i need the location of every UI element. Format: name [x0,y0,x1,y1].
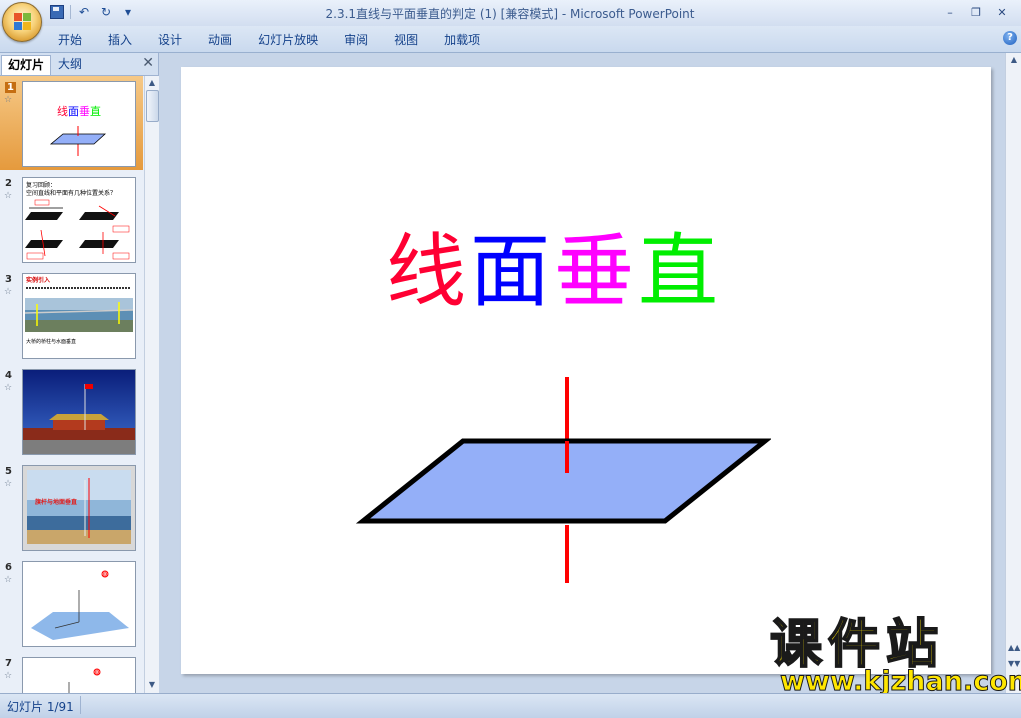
tab-slide-show[interactable]: 幻灯片放映 [258,31,318,48]
transition-star-icon: ☆ [4,287,13,297]
title-char-1: 线 [386,225,466,318]
save-button[interactable] [48,4,66,20]
thumbnail-graphic: 旗杆与地面垂直 [23,466,135,550]
transition-star-icon: ☆ [4,191,13,201]
customize-qat-button[interactable]: ▾ [119,4,137,20]
tab-slides[interactable]: 幻灯片 [1,55,52,75]
tab-animations[interactable]: 动画 [208,31,232,48]
thumbnail-image: 旗杆与地面垂直 [22,465,136,551]
slide-number: 3 [5,274,12,285]
thumb-line-2: 空间直线和平面有几种位置关系？ [26,189,116,197]
slide-number: 6 [5,562,12,573]
current-slide[interactable]: 线 面 垂 直 [181,67,991,674]
slides-panel: 幻灯片 大纲 ✕ 1 ☆ 线面垂直 2 ☆ 复习回顾： 空间直线和平面有几种位置… [0,53,159,693]
thumbnail-list: 1 ☆ 线面垂直 2 ☆ 复习回顾： 空间直线和平面有几种位置关系？ 3 ☆ 实… [0,76,143,693]
window-controls: – ❐ ✕ [937,2,1015,22]
tab-insert[interactable]: 插入 [108,31,132,48]
scroll-down-icon[interactable]: ▼ [146,679,158,691]
thumbnail-graphic: 线面垂直 [49,104,107,156]
slide-thumbnail-7[interactable]: 7 ☆ ✲ [0,652,143,693]
thumb-line-1: 复习回顾： [26,181,56,189]
window-title: 2.3.1直线与平面垂直的判定 (1) [兼容模式] - Microsoft P… [325,7,695,21]
slide-editor: 线 面 垂 直 [159,53,1005,693]
scroll-up-icon[interactable]: ▲ [1008,55,1020,64]
slide-number: 2 [5,178,12,189]
slide-thumbnail-2[interactable]: 2 ☆ 复习回顾： 空间直线和平面有几种位置关系？ [0,172,143,266]
slide-number: 4 [5,370,12,381]
thumb-caption: 旗杆与地面垂直 [35,498,77,506]
thumbnail-image: ✲ [22,561,136,647]
panel-tabs: 幻灯片 大纲 ✕ [0,53,158,76]
title-char-3: 垂 [554,225,634,318]
thumbnail-graphic [23,370,135,454]
thumb-caption: 大桥的桥柱与水面垂直 [26,338,76,345]
office-button[interactable] [2,2,42,42]
status-separator [80,696,81,714]
line-plane-diagram[interactable] [351,367,771,597]
slide-title[interactable]: 线 面 垂 直 [386,227,746,317]
title-char-2: 面 [470,225,550,318]
tab-view[interactable]: 视图 [394,31,418,48]
title-bar: ↶ ↻ ▾ 2.3.1直线与平面垂直的判定 (1) [兼容模式] - Micro… [0,0,1021,42]
slide-thumbnail-4[interactable]: 4 ☆ [0,364,143,458]
redo-button[interactable]: ↻ [97,4,115,20]
slide-counter: 幻灯片 1/91 [7,700,74,714]
status-bar: 幻灯片 1/91 [0,693,1021,718]
thumbnail-image: 复习回顾： 空间直线和平面有几种位置关系？ [22,177,136,263]
office-logo-icon [14,13,31,30]
panel-close-icon[interactable]: ✕ [142,55,154,71]
slide-number: 1 [5,82,16,93]
tab-outline[interactable]: 大纲 [52,55,88,74]
thumbnail-graphic: 复习回顾： 空间直线和平面有几种位置关系？ [25,181,130,260]
slide-thumbnail-5[interactable]: 5 ☆ 旗杆与地面垂直 [0,460,143,554]
scroll-thumb[interactable] [146,90,159,122]
transition-star-icon: ☆ [4,479,13,489]
ribbon-tab-bar: 开始 插入 设计 动画 幻灯片放映 审阅 视图 加载项 ? [0,26,1021,53]
save-icon [50,5,64,19]
transition-star-icon: ☆ [4,671,13,681]
slide-thumbnail-1[interactable]: 1 ☆ 线面垂直 [0,76,143,170]
thumbnail-graphic: ✲ [68,668,101,693]
thumbnail-graphic: 实例引入 大桥的桥柱与水面垂直 [24,276,134,345]
thumbnail-image: 线面垂直 [22,81,136,167]
thumbnail-scrollbar[interactable]: ▲ ▼ [144,76,159,693]
thumb-heading: 实例引入 [26,276,50,284]
editor-scrollbar[interactable]: ▲ ▲▲ ▼▼ [1005,53,1021,693]
tab-review[interactable]: 审阅 [344,31,368,48]
tab-add-ins[interactable]: 加载项 [444,31,480,48]
thumbnail-graphic: ✲ [31,570,129,640]
minimize-button[interactable]: – [937,2,963,22]
close-button[interactable]: ✕ [989,2,1015,22]
qat-separator [70,5,71,19]
tab-design[interactable]: 设计 [158,31,182,48]
slide-thumbnail-3[interactable]: 3 ☆ 实例引入 大桥的桥柱与水面垂直 [0,268,143,362]
thumbnail-image: ✲ [22,657,136,693]
slide-number: 7 [5,658,12,669]
plane-shape [355,438,771,524]
slide-thumbnail-6[interactable]: 6 ☆ ✲ [0,556,143,650]
restore-button[interactable]: ❐ [963,2,989,22]
transition-star-icon: ☆ [4,95,13,105]
thumbnail-image: 实例引入 大桥的桥柱与水面垂直 [22,273,136,359]
quick-access-toolbar: ↶ ↻ ▾ [48,4,137,20]
transition-star-icon: ☆ [4,383,13,393]
thumb-title: 线面垂直 [57,104,101,118]
help-icon[interactable]: ? [1003,31,1017,45]
scroll-up-icon[interactable]: ▲ [146,77,158,89]
title-char-4: 直 [638,225,718,318]
transition-star-icon: ☆ [4,575,13,585]
thumbnail-image [22,369,136,455]
prev-slide-icon[interactable]: ▲▲ [1008,643,1020,652]
slide-number: 5 [5,466,12,477]
svg-text:✲: ✲ [102,570,109,579]
svg-text:✲: ✲ [94,668,101,677]
undo-button[interactable]: ↶ [75,4,93,20]
tab-home[interactable]: 开始 [58,31,82,48]
